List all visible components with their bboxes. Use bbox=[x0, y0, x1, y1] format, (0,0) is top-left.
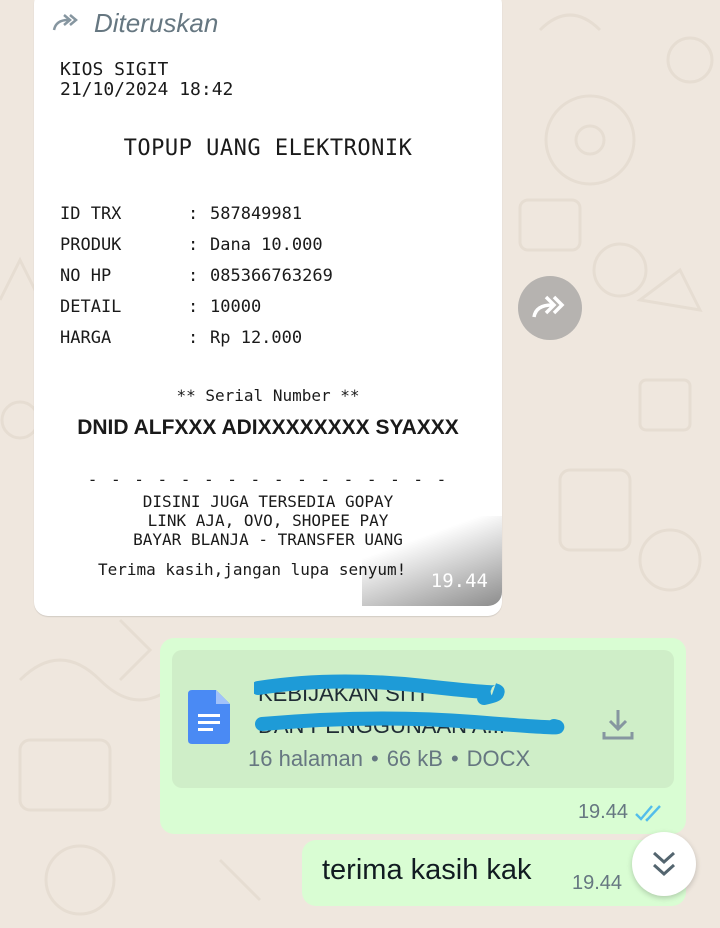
receipt-header: KIOS SIGIT 21/10/2024 18:42 bbox=[60, 60, 233, 100]
receipt-row: NO HP : 085366763269 bbox=[60, 260, 333, 291]
forward-arrow-icon bbox=[532, 295, 565, 318]
receipt-row-value: 085366763269 bbox=[210, 265, 333, 286]
receipt-serial-label: ** Serial Number ** bbox=[176, 386, 360, 405]
document-card[interactable]: KEBIJAKAN SITI DAN PENGGUNAAN A... 16 ha… bbox=[172, 650, 674, 788]
receipt-row-key: ID TRX bbox=[60, 203, 122, 224]
document-icon bbox=[188, 690, 230, 744]
scroll-to-bottom-button[interactable] bbox=[632, 832, 696, 896]
document-type: DOCX bbox=[466, 746, 531, 771]
receipt-row-value: 587849981 bbox=[210, 203, 303, 224]
message-time: 19.44 bbox=[430, 570, 488, 592]
receipt-row-separator: : bbox=[188, 203, 199, 224]
forward-button[interactable] bbox=[518, 276, 582, 340]
message-text: terima kasih kak bbox=[322, 854, 532, 886]
receipt-row: HARGA : Rp 12.000 bbox=[60, 322, 333, 353]
message-time: 19.44 bbox=[577, 801, 628, 823]
double-chevron-down-icon bbox=[652, 851, 676, 877]
receipt-datetime: 21/10/2024 18:42 bbox=[60, 79, 234, 100]
text-message-bubble[interactable]: terima kasih kak 19.44 bbox=[302, 840, 686, 906]
message-time: 19.44 bbox=[572, 872, 623, 894]
forwarded-indicator: Diteruskan bbox=[52, 8, 218, 39]
receipt-divider: - - - - - - - - - - - - - - - - bbox=[87, 470, 449, 489]
document-size: 66 kB bbox=[386, 746, 443, 771]
double-check-icon bbox=[635, 804, 661, 822]
receipt-image[interactable]: KIOS SIGIT 21/10/2024 18:42 TOPUP UANG E… bbox=[34, 50, 502, 606]
forwarded-label: Diteruskan bbox=[94, 8, 219, 38]
receipt-serial-number: DNID ALFXXX ADIXXXXXXXX SYAXXX bbox=[77, 416, 459, 439]
receipt-row-value: Rp 12.000 bbox=[210, 327, 303, 348]
receipt-row-separator: : bbox=[188, 327, 199, 348]
receipt-thanks: Terima kasih,jangan lupa senyum! bbox=[98, 560, 407, 579]
image-time-shade bbox=[362, 516, 502, 606]
forwarded-image-bubble[interactable]: Diteruskan KIOS SIGIT 21/10/2024 18:42 T… bbox=[34, 0, 502, 616]
receipt-promo-line: DISINI JUGA TERSEDIA GOPAY bbox=[142, 492, 394, 511]
redaction-scribble bbox=[254, 674, 565, 735]
receipt-row-separator: : bbox=[188, 265, 199, 286]
receipt-row: DETAIL : 10000 bbox=[60, 291, 333, 322]
meta-dot: • bbox=[450, 746, 459, 771]
receipt-row-key: NO HP bbox=[60, 265, 112, 286]
receipt-row: PRODUK : Dana 10.000 bbox=[60, 229, 333, 260]
receipt-title: TOPUP UANG ELEKTRONIK bbox=[123, 136, 413, 161]
forward-arrow-icon bbox=[52, 13, 78, 30]
receipt-row-key: DETAIL bbox=[60, 296, 122, 317]
receipt-details: ID TRX : 587849981 PRODUK : Dana 10.000 … bbox=[60, 198, 333, 353]
document-message-bubble[interactable]: KEBIJAKAN SITI DAN PENGGUNAAN A... 16 ha… bbox=[160, 638, 686, 834]
message-status: 19.44 bbox=[578, 801, 666, 824]
receipt-row-separator: : bbox=[188, 296, 199, 317]
receipt-row-key: PRODUK bbox=[60, 234, 122, 255]
receipt-row-value: Dana 10.000 bbox=[210, 234, 323, 255]
receipt-row-separator: : bbox=[188, 234, 199, 255]
download-icon[interactable] bbox=[600, 706, 636, 742]
document-pages: 16 halaman bbox=[248, 746, 363, 771]
receipt-row: ID TRX : 587849981 bbox=[60, 198, 333, 229]
document-meta: 16 halaman • 66 kB • DOCX bbox=[248, 746, 530, 772]
receipt-shop-name: KIOS SIGIT bbox=[60, 59, 169, 80]
receipt-row-key: HARGA bbox=[60, 327, 112, 348]
receipt-row-value: 10000 bbox=[210, 296, 262, 317]
meta-dot: • bbox=[370, 746, 379, 771]
